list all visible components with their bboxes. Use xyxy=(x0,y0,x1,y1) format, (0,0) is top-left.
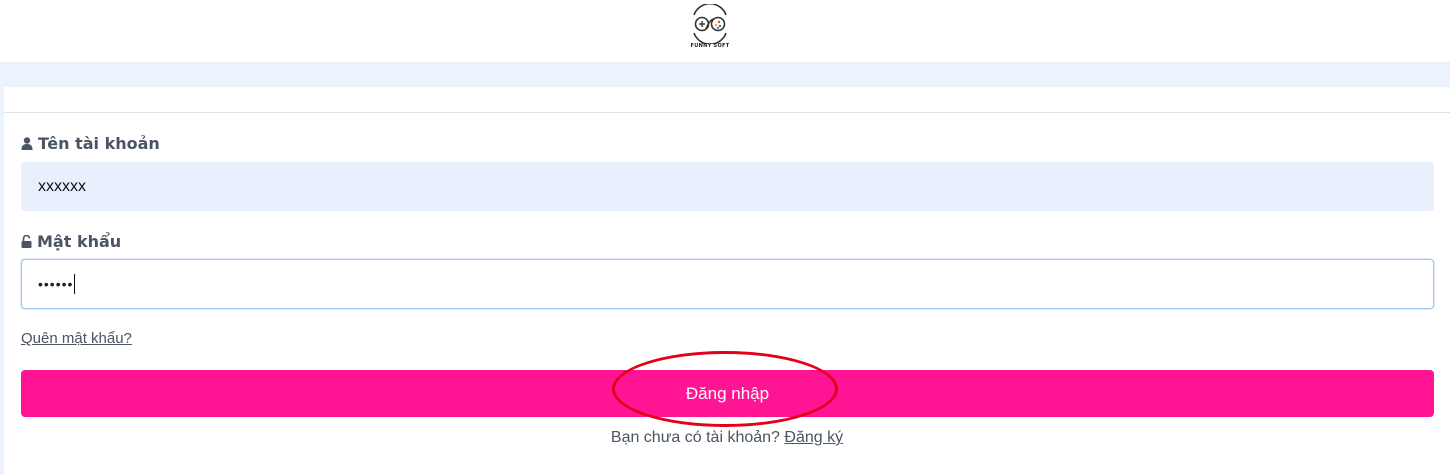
password-label: Mật khẩu xyxy=(21,232,121,251)
card-divider xyxy=(4,112,1450,113)
username-input[interactable]: xxxxxx xyxy=(21,162,1434,211)
signup-prompt-line: Bạn chưa có tài khoản? Đăng ký xyxy=(4,429,1450,447)
login-card: Tên tài khoản xxxxxx Mật khẩu •••••• Quê… xyxy=(4,87,1450,475)
signup-link[interactable]: Đăng ký xyxy=(784,429,843,446)
login-button[interactable]: Đăng nhập xyxy=(21,370,1434,417)
text-caret xyxy=(74,274,76,294)
top-header: FUNNY SOFT xyxy=(0,0,1450,62)
gamepad-logo-icon xyxy=(693,3,727,45)
logo-text: FUNNY SOFT xyxy=(690,43,730,49)
username-label: Tên tài khoản xyxy=(21,134,160,153)
brand-logo[interactable]: FUNNY SOFT xyxy=(689,3,731,54)
password-input[interactable]: •••••• xyxy=(21,259,1434,309)
password-masked-value: •••••• xyxy=(38,276,74,292)
user-icon xyxy=(21,137,33,150)
signup-prompt-text: Bạn chưa có tài khoản? xyxy=(610,429,780,446)
password-label-text: Mật khẩu xyxy=(37,232,122,251)
unlock-icon xyxy=(21,235,32,248)
forgot-password-link[interactable]: Quên mật khẩu? xyxy=(21,330,132,347)
username-value: xxxxxx xyxy=(38,177,86,195)
username-label-text: Tên tài khoản xyxy=(38,134,160,153)
